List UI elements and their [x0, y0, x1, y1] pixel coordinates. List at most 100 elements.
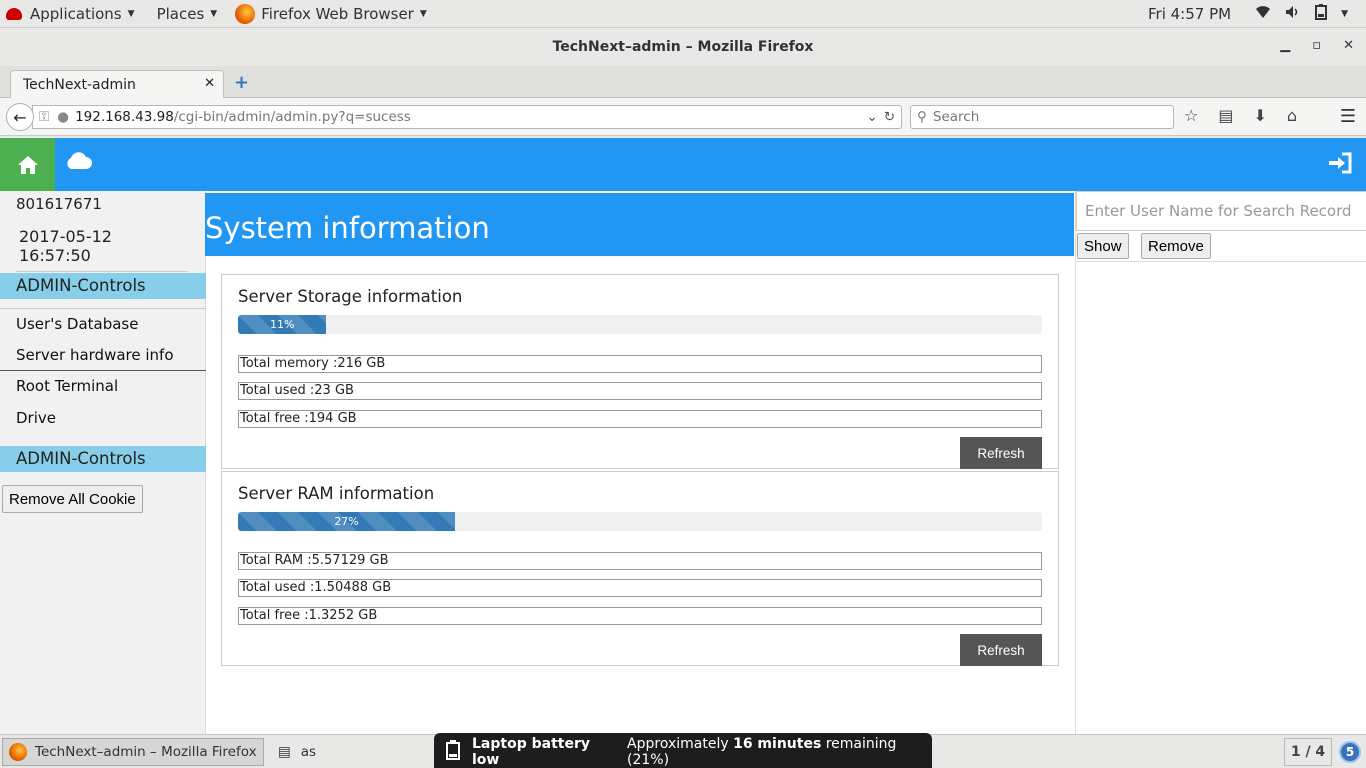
- info-row: Total used :23 GB: [238, 382, 1042, 400]
- app-top-bar: [0, 138, 1366, 191]
- back-button[interactable]: ←: [6, 103, 34, 131]
- ram-card: Server RAM information 27% Total RAM :5.…: [221, 471, 1059, 666]
- user-search-input[interactable]: Enter User Name for Search Record: [1076, 191, 1366, 231]
- storage-card: Server Storage information 11% Total mem…: [221, 274, 1059, 469]
- new-tab-icon[interactable]: +: [234, 72, 249, 93]
- sidebar-item-drive[interactable]: Drive: [0, 403, 206, 434]
- sidebar-item-users-database[interactable]: User's Database: [0, 308, 206, 339]
- card-title: Server Storage information: [238, 287, 463, 306]
- search-placeholder: Search: [932, 109, 980, 125]
- home-icon: [17, 155, 38, 174]
- battery-low-icon: [446, 739, 460, 764]
- cloud-icon: [67, 152, 92, 169]
- caret-down-icon[interactable]: ▼: [1341, 9, 1348, 19]
- storage-progress-bar: 11%: [238, 315, 327, 334]
- main-content: System information Server Storage inform…: [205, 191, 1075, 734]
- dropdown-icon[interactable]: ⌄: [866, 109, 877, 125]
- sidebar-item-root-terminal[interactable]: Root Terminal: [0, 371, 206, 402]
- clock[interactable]: Fri 4:57 PM: [1148, 5, 1231, 23]
- close-tab-icon[interactable]: ✕: [204, 76, 215, 91]
- taskbar-firefox[interactable]: TechNext–admin – Mozilla Firefox: [2, 738, 264, 766]
- battery-notification[interactable]: Laptop battery low Approximately 16 minu…: [434, 733, 932, 768]
- maximize-button[interactable]: ▫: [1312, 38, 1321, 53]
- window-icon: ▤: [278, 744, 291, 760]
- taskbar-terminal[interactable]: ▤ as: [272, 738, 432, 766]
- refresh-storage-button[interactable]: Refresh: [960, 437, 1042, 469]
- sidebar-section-header: ADMIN-Controls: [0, 273, 206, 299]
- firefox-icon: [9, 743, 27, 761]
- url-path: /cgi-bin/admin/admin.py?q=sucess: [173, 109, 411, 125]
- applications-menu[interactable]: Applications ▼: [0, 0, 141, 28]
- volume-icon[interactable]: [1285, 5, 1301, 23]
- page-title: System information: [205, 193, 1074, 256]
- gnome-top-bar: Applications ▼ Places ▼ Firefox Web Brow…: [0, 0, 1366, 28]
- taskbar-label: as: [300, 744, 317, 760]
- battery-icon[interactable]: [1315, 3, 1328, 24]
- caret-down-icon: ▼: [127, 8, 135, 19]
- back-arrow-icon: ←: [13, 107, 27, 127]
- notification-title: Laptop battery low: [472, 735, 590, 768]
- window-title-bar: TechNext–admin – Mozilla Firefox ▁ ▫ ✕: [0, 28, 1366, 66]
- notification-count[interactable]: 5: [1339, 741, 1361, 763]
- sidebar-item-server-hardware[interactable]: Server hardware info: [0, 340, 206, 371]
- download-icon[interactable]: ⬇: [1253, 106, 1266, 125]
- firefox-app-menu[interactable]: Firefox Web Browser ▼: [229, 0, 433, 28]
- workspace-indicator[interactable]: 1 / 4: [1284, 738, 1332, 766]
- user-id: 801617671: [16, 195, 102, 213]
- url-bar[interactable]: ⚿ ● 192.168.43.98/cgi-bin/admin/admin.py…: [32, 105, 902, 129]
- caret-down-icon: ▼: [210, 8, 218, 19]
- sign-in-icon: [1329, 152, 1352, 174]
- home-icon[interactable]: ⌂: [1287, 106, 1297, 125]
- taskbar-label: TechNext–admin – Mozilla Firefox: [35, 744, 257, 760]
- notification-body: Approximately 16 minutes remaining (21%): [627, 736, 932, 768]
- globe-icon: ●: [57, 109, 70, 125]
- wifi-icon[interactable]: [1255, 5, 1271, 23]
- places-menu[interactable]: Places ▼: [151, 0, 224, 28]
- show-button[interactable]: Show: [1077, 233, 1129, 259]
- ram-progress-bar: 27%: [238, 512, 456, 531]
- reading-list-icon[interactable]: ▤: [1218, 106, 1233, 125]
- sidebar: 801617671 2017-05-12 16:57:50 ADMIN-Cont…: [0, 191, 206, 734]
- sidebar-section-header: ADMIN-Controls: [0, 446, 206, 472]
- bookmark-star-icon[interactable]: ☆: [1184, 106, 1198, 125]
- search-icon: ⚲: [917, 109, 927, 125]
- close-window-button[interactable]: ✕: [1343, 38, 1354, 53]
- info-row: Total RAM :5.57129 GB: [238, 552, 1042, 570]
- right-panel: Enter User Name for Search Record Show R…: [1075, 191, 1366, 734]
- info-row: Total used :1.50488 GB: [238, 579, 1042, 597]
- notification-minutes: 16 minutes: [733, 735, 822, 752]
- remove-all-cookie-button[interactable]: Remove All Cookie: [2, 485, 143, 513]
- info-row: Total free :1.3252 GB: [238, 607, 1042, 625]
- key-icon[interactable]: ⚿: [39, 109, 49, 125]
- ram-progress-track: 27%: [238, 512, 1042, 531]
- applications-label: Applications: [30, 4, 122, 23]
- storage-progress-track: 11%: [238, 315, 1042, 334]
- caret-down-icon: ▼: [419, 8, 427, 19]
- redhat-icon: [6, 7, 22, 20]
- browser-tab[interactable]: TechNext-admin ✕: [10, 70, 224, 99]
- home-button[interactable]: [0, 138, 55, 191]
- tab-label: TechNext-admin: [23, 77, 136, 93]
- navigation-bar: ⚿ ● 192.168.43.98/cgi-bin/admin/admin.py…: [0, 98, 1366, 136]
- refresh-ram-button[interactable]: Refresh: [960, 634, 1042, 666]
- cloud-button[interactable]: [64, 150, 92, 174]
- url-host: 192.168.43.98: [75, 109, 174, 125]
- reload-icon[interactable]: ↻: [884, 109, 895, 125]
- sign-in-button[interactable]: [1328, 152, 1352, 178]
- firefox-label: Firefox Web Browser: [261, 4, 414, 23]
- minimize-button[interactable]: ▁: [1280, 38, 1290, 53]
- remove-button[interactable]: Remove: [1141, 233, 1211, 259]
- web-page: 801617671 2017-05-12 16:57:50 ADMIN-Cont…: [0, 138, 1366, 734]
- firefox-icon: [235, 3, 256, 24]
- notification-text: Approximately: [627, 735, 734, 752]
- card-title: Server RAM information: [238, 484, 435, 503]
- hamburger-menu-icon[interactable]: ☰: [1340, 106, 1356, 127]
- window-title: TechNext–admin – Mozilla Firefox: [552, 39, 814, 55]
- places-label: Places: [156, 4, 205, 23]
- tab-strip: TechNext-admin ✕ +: [0, 66, 1366, 99]
- info-row: Total memory :216 GB: [238, 355, 1042, 373]
- search-bar[interactable]: ⚲ Search: [910, 105, 1174, 129]
- divider: [1076, 261, 1366, 262]
- info-row: Total free :194 GB: [238, 410, 1042, 428]
- datetime: 2017-05-12 16:57:50: [16, 225, 188, 272]
